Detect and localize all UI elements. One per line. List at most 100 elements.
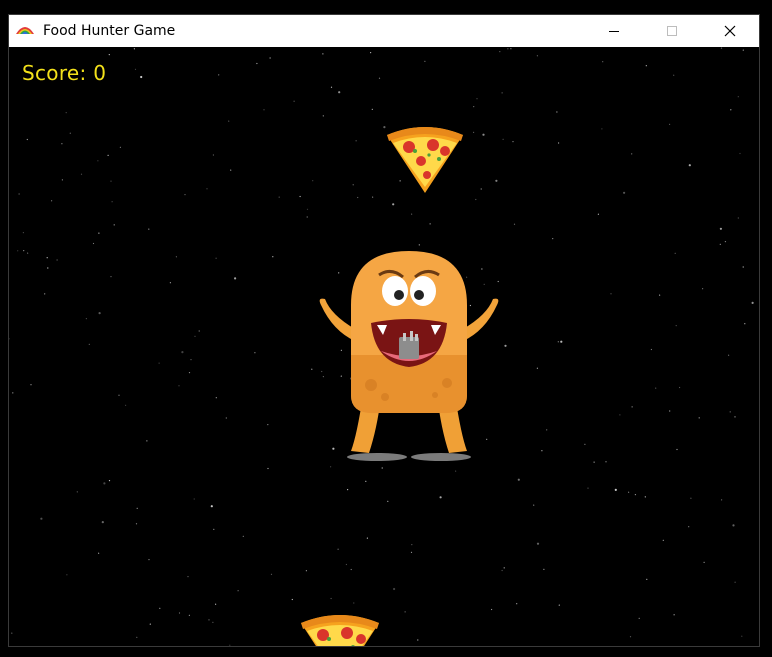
- star: [499, 51, 501, 53]
- star: [107, 154, 109, 156]
- star: [98, 552, 100, 554]
- game-canvas[interactable]: Score: 0: [9, 47, 759, 646]
- star: [662, 539, 664, 541]
- star: [66, 574, 68, 576]
- game-window: Food Hunter Game Score: 0: [8, 14, 760, 647]
- star: [480, 188, 482, 190]
- star: [215, 257, 217, 259]
- star: [312, 180, 314, 182]
- maximize-button[interactable]: [643, 15, 701, 47]
- star: [178, 385, 180, 387]
- star: [644, 496, 646, 498]
- star: [721, 499, 723, 501]
- star: [178, 612, 181, 614]
- star: [584, 443, 586, 445]
- star: [149, 623, 151, 625]
- star: [623, 191, 626, 194]
- star: [51, 200, 53, 202]
- star: [517, 478, 520, 481]
- star: [206, 188, 208, 190]
- star: [212, 154, 214, 156]
- star: [650, 348, 653, 351]
- star: [688, 164, 691, 167]
- star: [148, 559, 150, 561]
- star: [673, 614, 675, 616]
- star: [455, 470, 457, 472]
- star: [546, 429, 548, 431]
- star: [503, 567, 505, 569]
- star: [26, 138, 28, 141]
- star: [675, 325, 677, 327]
- star: [44, 293, 46, 295]
- star: [352, 184, 354, 186]
- star: [742, 266, 744, 268]
- star: [659, 294, 661, 296]
- star: [417, 639, 419, 641]
- star: [213, 528, 215, 530]
- star: [267, 467, 269, 470]
- star: [187, 576, 189, 578]
- window-controls: [585, 15, 759, 47]
- star: [12, 392, 14, 394]
- star: [11, 632, 13, 634]
- star: [502, 138, 504, 140]
- star: [98, 312, 101, 315]
- star: [536, 367, 539, 369]
- star: [378, 77, 381, 79]
- star: [634, 494, 637, 496]
- star: [730, 109, 732, 111]
- star: [347, 489, 349, 491]
- star: [184, 194, 186, 196]
- star: [533, 504, 535, 506]
- star: [190, 359, 192, 361]
- star: [330, 466, 332, 468]
- pizza-slice-food-bottom: [301, 615, 379, 646]
- star: [513, 223, 516, 225]
- star: [146, 440, 148, 442]
- star: [429, 223, 431, 225]
- star: [61, 143, 63, 145]
- star: [228, 120, 230, 122]
- star: [439, 496, 442, 499]
- star: [482, 133, 485, 136]
- star: [134, 68, 137, 70]
- star: [322, 115, 324, 117]
- star: [305, 570, 307, 572]
- star: [720, 47, 723, 49]
- star: [597, 213, 600, 215]
- star: [476, 98, 478, 100]
- star: [645, 65, 647, 67]
- title-bar[interactable]: Food Hunter Game: [9, 15, 759, 47]
- star: [734, 581, 736, 583]
- star: [393, 587, 396, 591]
- star: [27, 252, 29, 254]
- star: [159, 607, 161, 609]
- star: [702, 288, 704, 290]
- star: [516, 603, 518, 605]
- star: [381, 467, 383, 469]
- star: [507, 48, 509, 50]
- star: [23, 250, 25, 252]
- close-icon: [724, 25, 736, 37]
- app-color-icon: [15, 23, 35, 39]
- star: [140, 75, 143, 79]
- star: [322, 53, 324, 55]
- star: [306, 208, 309, 210]
- monster-player[interactable]: [311, 245, 507, 465]
- star: [230, 169, 232, 171]
- star: [729, 411, 731, 413]
- minimize-button[interactable]: [585, 15, 643, 47]
- star: [101, 521, 104, 524]
- star: [350, 568, 352, 571]
- star: [69, 132, 71, 134]
- close-button[interactable]: [701, 15, 759, 47]
- star: [56, 259, 58, 261]
- star: [208, 619, 210, 621]
- star: [737, 217, 739, 219]
- star: [614, 488, 617, 491]
- star: [728, 354, 730, 356]
- star: [234, 277, 237, 280]
- star: [215, 397, 217, 399]
- star: [108, 480, 111, 482]
- star: [306, 216, 308, 218]
